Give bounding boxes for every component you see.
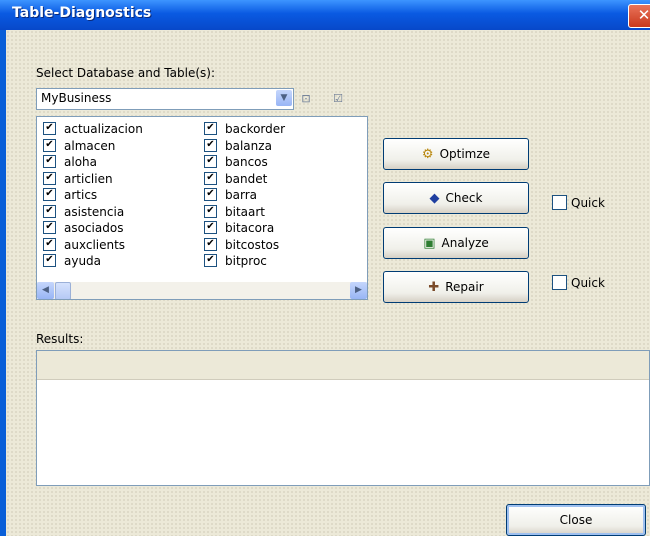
check-icon: ◆ <box>429 191 440 206</box>
table-checkbox[interactable]: ✔ <box>43 204 56 218</box>
table-item[interactable]: ✔ auxclients <box>43 237 143 254</box>
optimize-icon: ⚙ <box>421 147 434 162</box>
deselect-all-icon[interactable]: ⊡ <box>298 91 314 107</box>
table-item[interactable]: ✔ bitproc <box>204 253 285 270</box>
optimize-label: Optimze <box>439 147 491 161</box>
table-item-label: bandet <box>225 171 268 186</box>
table-checkbox[interactable]: ✔ <box>43 155 56 168</box>
analyze-label: Analyze <box>441 236 489 250</box>
table-checkbox[interactable]: ✔ <box>204 138 217 152</box>
table-column-right: ✔ backorder ✔ balanza ✔ bancos ✔ bandet ✔ barra ✔ b… <box>204 121 285 270</box>
table-checkbox[interactable]: ✔ <box>43 171 56 185</box>
repair-button[interactable]: ✚ Repair <box>383 271 529 303</box>
table-item[interactable]: ✔ bitcostos <box>204 237 285 254</box>
table-checkbox[interactable]: ✔ <box>204 155 217 168</box>
table-checkbox[interactable]: ✔ <box>204 221 217 234</box>
database-select-value: MyBusiness <box>41 91 112 105</box>
table-item-label: barra <box>225 188 257 202</box>
window-close-button[interactable]: ✕ <box>628 4 650 28</box>
table-item[interactable]: ✔ barra <box>204 187 285 204</box>
check-quick-box[interactable] <box>552 195 567 210</box>
table-item-label: almacen <box>64 138 116 153</box>
table-item[interactable]: ✔ bitaart <box>204 204 285 221</box>
table-checkbox[interactable]: ✔ <box>204 171 217 185</box>
table-item[interactable]: ✔ aloha <box>43 154 143 171</box>
table-item-label: bitproc <box>225 254 267 268</box>
table-item-label: aloha <box>64 155 97 169</box>
scroll-right-icon[interactable]: ▶ <box>350 282 367 299</box>
table-item[interactable]: ✔ actualizacion <box>43 121 143 138</box>
table-item[interactable]: ✔ bitacora <box>204 220 285 237</box>
results-header-row <box>37 351 649 380</box>
table-checkbox[interactable]: ✔ <box>43 221 56 234</box>
scroll-thumb[interactable] <box>55 282 71 299</box>
table-checkbox[interactable]: ✔ <box>204 204 217 218</box>
table-item[interactable]: ✔ asociados <box>43 220 143 237</box>
table-item-label: bitacora <box>225 221 275 235</box>
table-item-label: bitaart <box>225 204 266 219</box>
table-checklist[interactable]: ✔ actualizacion ✔ almacen ✔ aloha ✔ articlien ✔ a… <box>36 116 368 300</box>
window-title: Table-Diagnostics <box>12 5 152 21</box>
table-item-label: articlien <box>64 171 113 186</box>
table-checkbox[interactable]: ✔ <box>204 188 217 201</box>
repair-quick-label: Quick <box>571 276 605 290</box>
table-item[interactable]: ✔ balanza <box>204 138 285 155</box>
table-item[interactable]: ✔ articlien <box>43 171 143 188</box>
table-item[interactable]: ✔ almacen <box>43 138 143 155</box>
table-item-label: balanza <box>225 138 272 153</box>
analyze-button[interactable]: ▣ Analyze <box>383 227 529 259</box>
table-item[interactable]: ✔ backorder <box>204 121 285 138</box>
table-item-label: backorder <box>225 122 286 136</box>
close-button[interactable]: Close <box>506 504 646 536</box>
table-item-label: bitcostos <box>225 237 280 252</box>
table-checkbox[interactable]: ✔ <box>204 122 217 135</box>
results-area[interactable] <box>36 350 650 486</box>
table-item[interactable]: ✔ bancos <box>204 154 285 171</box>
horizontal-scrollbar[interactable]: ◀ ▶ <box>37 282 367 299</box>
title-bar[interactable]: Table-Diagnostics ✕ <box>0 0 650 30</box>
check-label: Check <box>445 191 483 205</box>
analyze-icon: ▣ <box>423 236 436 251</box>
select-database-label: Select Database and Table(s): <box>36 66 215 80</box>
repair-label: Repair <box>445 280 484 294</box>
table-item-label: bancos <box>225 155 268 169</box>
table-column-left: ✔ actualizacion ✔ almacen ✔ aloha ✔ articlien ✔ a… <box>43 121 143 270</box>
table-item-label: actualizacion <box>64 122 143 136</box>
table-checkbox[interactable]: ✔ <box>204 237 217 251</box>
table-checkbox[interactable]: ✔ <box>43 138 56 152</box>
optimize-button[interactable]: ⚙ Optimze <box>383 138 529 170</box>
table-checkbox[interactable]: ✔ <box>43 237 56 251</box>
chevron-down-icon[interactable]: ▼ <box>276 90 292 106</box>
table-item-label: artics <box>64 188 98 202</box>
check-button[interactable]: ◆ Check <box>383 182 529 214</box>
table-item[interactable]: ✔ artics <box>43 187 143 204</box>
repair-icon: ✚ <box>428 280 440 295</box>
table-checkbox[interactable]: ✔ <box>204 254 217 267</box>
table-checkbox[interactable]: ✔ <box>43 188 56 201</box>
table-checkbox[interactable]: ✔ <box>43 122 56 135</box>
table-item[interactable]: ✔ asistencia <box>43 204 143 221</box>
table-item-label: auxclients <box>64 237 126 252</box>
table-checkbox[interactable]: ✔ <box>43 254 56 267</box>
check-quick-checkbox[interactable]: Quick <box>552 195 605 211</box>
database-select[interactable]: MyBusiness ▼ <box>36 88 294 110</box>
table-item[interactable]: ✔ ayuda <box>43 253 143 270</box>
repair-quick-box[interactable] <box>552 275 567 290</box>
scroll-left-icon[interactable]: ◀ <box>37 282 54 299</box>
table-item-label: asociados <box>64 221 124 235</box>
table-item-label: ayuda <box>64 254 102 268</box>
check-quick-label: Quick <box>571 196 605 210</box>
table-item[interactable]: ✔ bandet <box>204 171 285 188</box>
results-label: Results: <box>36 332 84 346</box>
table-item-label: asistencia <box>64 204 125 219</box>
select-all-icon[interactable]: ☑ <box>330 91 346 107</box>
dialog-window: Table-Diagnostics ✕ Select Database and … <box>0 0 650 536</box>
repair-quick-checkbox[interactable]: Quick <box>552 275 605 291</box>
